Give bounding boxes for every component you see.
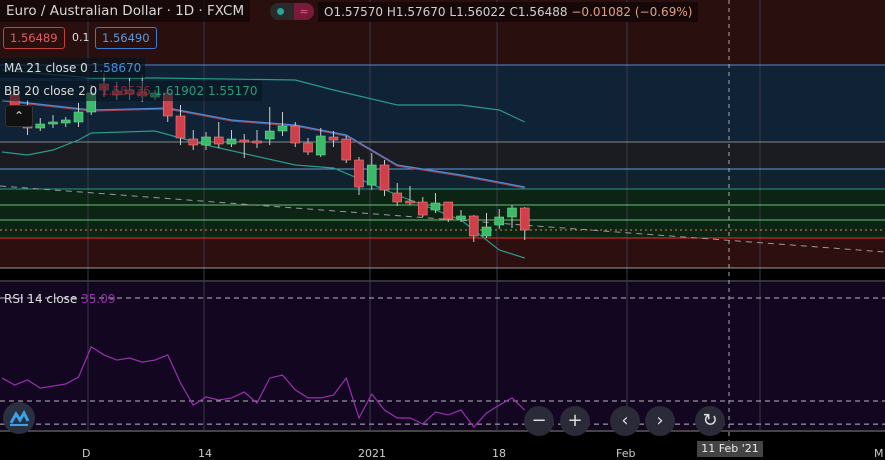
time-tick: D <box>82 447 91 460</box>
time-tick: Feb <box>616 447 636 460</box>
sell-button[interactable]: 1.56489 <box>3 27 65 49</box>
candle-down <box>392 192 403 203</box>
candle-up <box>48 121 58 125</box>
high-value: H1.57670 <box>386 5 446 19</box>
scroll-right-button[interactable]: › <box>645 406 675 436</box>
candle-down <box>341 138 352 161</box>
zone-red <box>0 238 885 268</box>
candle-up <box>494 216 505 226</box>
wave-icon: ≈ <box>294 3 314 20</box>
change-value: −0.01082 (−0.69%) <box>571 5 693 19</box>
market-open-dot-icon <box>277 8 284 15</box>
zone-grey <box>0 142 885 169</box>
bb-basis-value: 1.58536 <box>101 84 151 98</box>
rsi-label: RSI 14 close <box>4 292 78 306</box>
candle-up <box>315 135 326 156</box>
candle-up <box>35 123 46 129</box>
ma-value: 1.58670 <box>91 61 142 75</box>
reset-chart-button[interactable]: ↻ <box>695 406 725 436</box>
candle-down <box>468 215 479 237</box>
scroll-left-button[interactable]: ‹ <box>610 406 640 436</box>
candle-down <box>443 201 454 220</box>
collapse-legend-button[interactable]: ⌃ <box>5 105 33 127</box>
zoom-out-button[interactable]: − <box>524 406 554 436</box>
candle-up <box>481 226 492 237</box>
time-tick: 14 <box>198 447 212 460</box>
candle-up <box>264 130 275 140</box>
candle-down <box>417 201 428 216</box>
candle-up <box>366 164 377 186</box>
time-tick: 18 <box>492 447 506 460</box>
tradingview-logo[interactable] <box>3 402 35 434</box>
logo-chart-icon <box>9 409 30 426</box>
open-value: O1.57570 <box>324 5 384 19</box>
candle-down <box>213 136 224 145</box>
candle-down <box>328 136 339 141</box>
candle-down <box>239 139 250 143</box>
ma-label: MA 21 close 0 <box>4 61 88 75</box>
candle-up <box>277 125 288 132</box>
rsi-pane <box>0 282 885 430</box>
low-value: L1.56022 <box>449 5 506 19</box>
bb-upper-value: 1.61902 <box>154 84 205 98</box>
rsi-legend[interactable]: RSI 14 close 35.09 <box>0 289 120 309</box>
candle-down <box>519 207 530 231</box>
rsi-value: 35.09 <box>81 292 116 306</box>
zoom-in-button[interactable]: + <box>560 406 590 436</box>
spread-value: 0.1 <box>72 31 90 44</box>
candle-up <box>507 207 517 218</box>
bb-lower-value: 1.55170 <box>207 84 258 98</box>
candle-down <box>379 164 390 191</box>
market-status: ≈ <box>270 3 314 20</box>
buy-button[interactable]: 1.56490 <box>95 27 157 49</box>
candle-down <box>175 115 186 139</box>
candle-up <box>73 111 84 123</box>
candle-down <box>290 125 301 144</box>
chevron-up-icon: ⌃ <box>13 109 25 123</box>
candle-down <box>303 142 313 153</box>
candle-up <box>456 215 466 220</box>
candle-up <box>226 138 237 145</box>
ma-legend[interactable]: MA 21 close 0 1.58670 <box>0 58 146 78</box>
candle-down <box>405 200 415 204</box>
candle-up <box>430 202 441 211</box>
bb-label: BB 20 close 2 0 <box>4 84 98 98</box>
candle-down <box>354 159 364 188</box>
close-value: C1.56488 <box>509 5 568 19</box>
time-tick: 2021 <box>358 447 386 460</box>
candle-down <box>252 140 262 144</box>
ohlc-readout: O1.57570 H1.57670 L1.56022 C1.56488 −0.0… <box>318 2 699 22</box>
candle-up <box>201 136 211 146</box>
candle-down <box>188 138 199 146</box>
time-tick: M <box>874 447 884 460</box>
bb-legend[interactable]: BB 20 close 2 0 1.58536 1.61902 1.55170 <box>0 81 262 101</box>
symbol-title[interactable]: Euro / Australian Dollar · 1D · FXCM <box>0 0 251 22</box>
candle-up <box>60 119 71 124</box>
